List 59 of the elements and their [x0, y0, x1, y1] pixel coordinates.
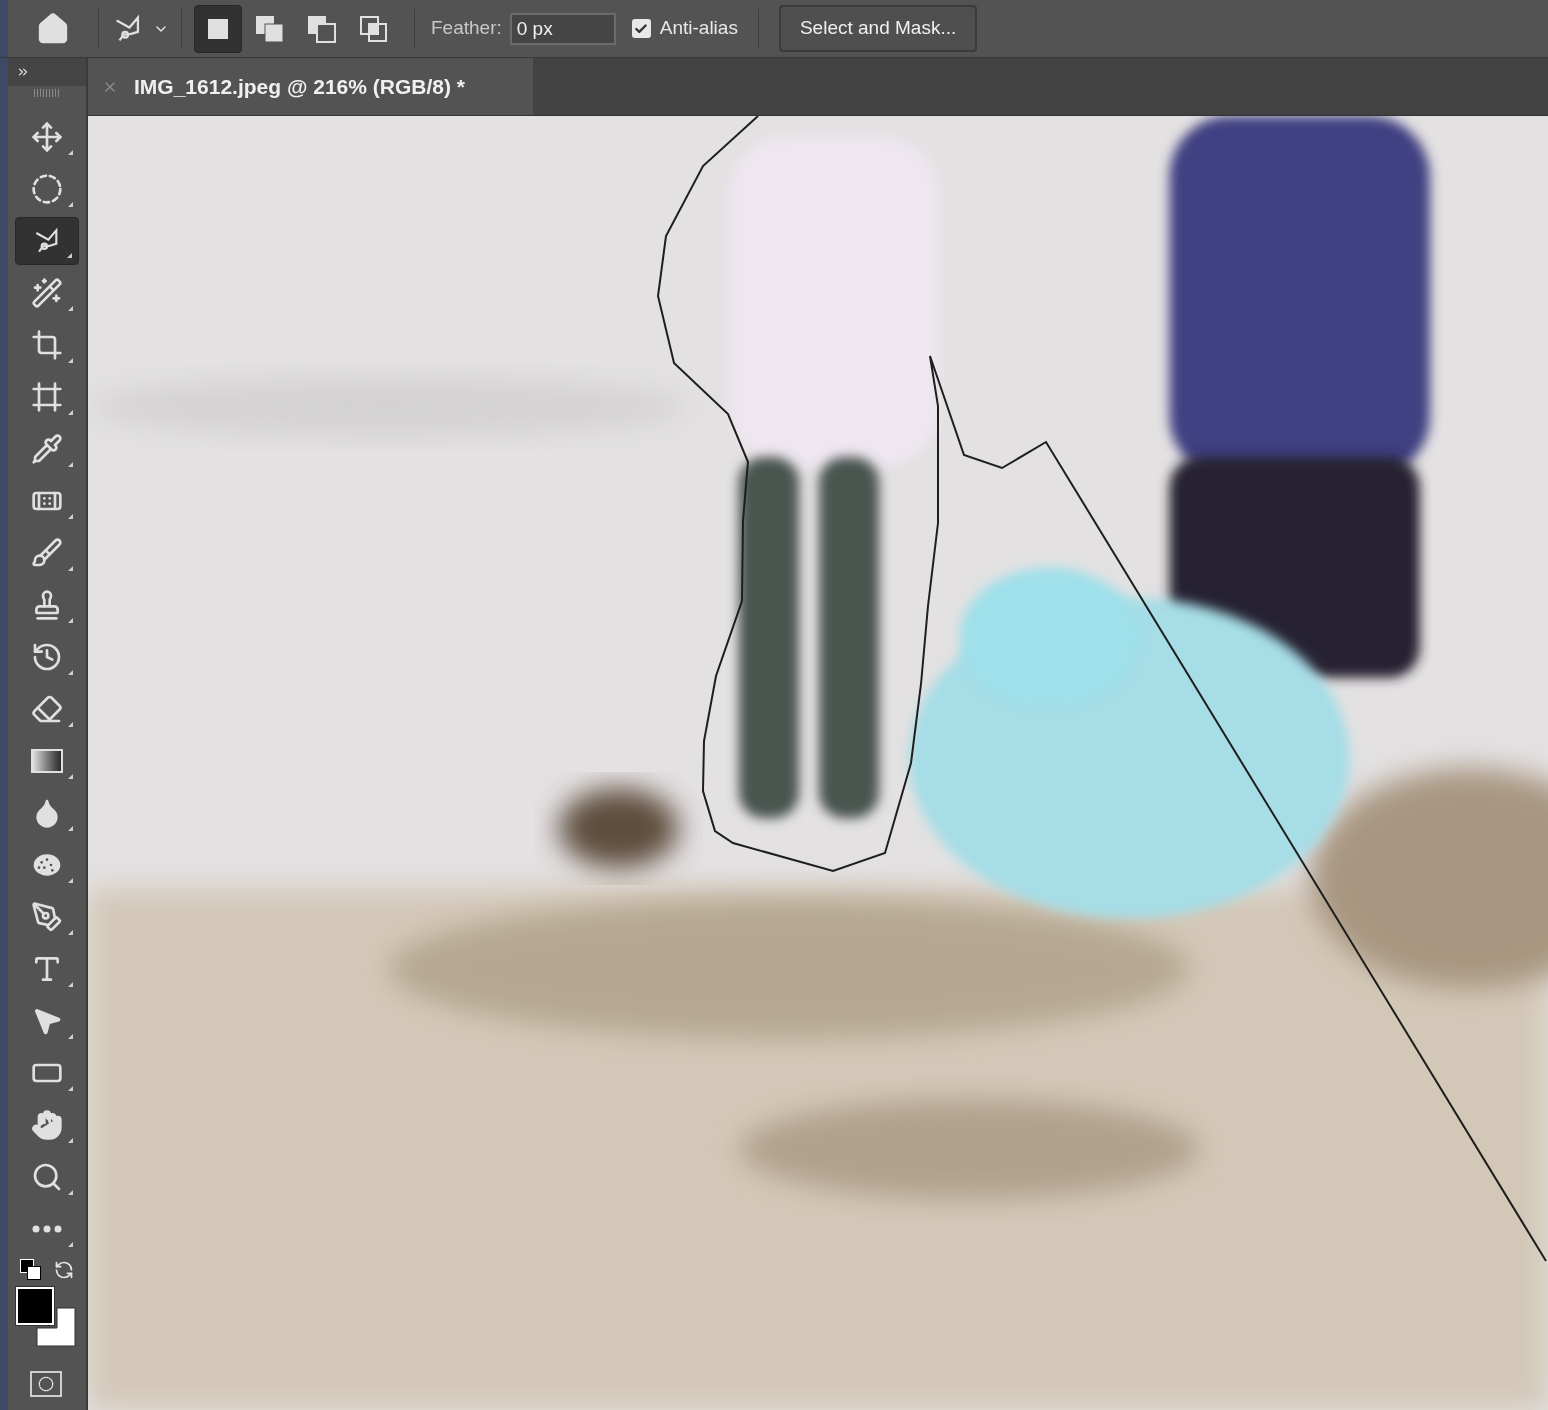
selection-mode-button[interactable] — [194, 4, 242, 53]
corner-triangle-icon — [68, 774, 73, 779]
hand-icon — [31, 1109, 63, 1141]
brush-icon — [31, 537, 63, 569]
default-colors-icon[interactable] — [20, 1259, 42, 1281]
corner-triangle-icon — [68, 1242, 73, 1247]
swap-colors-icon[interactable] — [54, 1260, 74, 1280]
expand-panel-icon[interactable] — [16, 65, 30, 79]
select-and-mask-button[interactable]: Select and Mask... — [778, 5, 978, 52]
document-tab-title: IMG_1612.jpeg @ 216% (RGB/8) * — [134, 73, 465, 100]
corner-triangle-icon — [68, 1190, 73, 1195]
dotted-circle-icon — [38, 1376, 54, 1392]
quick-selection-icon — [31, 277, 63, 309]
corner-triangle-icon — [68, 150, 73, 155]
intersect-selection-icon — [359, 14, 389, 43]
corner-triangle-icon — [68, 410, 73, 415]
add-selection-icon — [255, 14, 285, 43]
grip-handle[interactable] — [34, 89, 60, 97]
corner-triangle-icon — [68, 722, 73, 727]
corner-triangle-icon — [68, 930, 73, 935]
corner-triangle-icon — [68, 670, 73, 675]
corner-triangle-icon — [67, 253, 72, 258]
document-tab[interactable]: IMG_1612.jpeg @ 216% (RGB/8) * — [88, 58, 533, 115]
elliptical-marquee-icon — [31, 173, 63, 205]
anti-alias-label: Anti-alias — [659, 16, 738, 41]
eyedropper-icon — [31, 433, 63, 465]
corner-triangle-icon — [68, 462, 73, 467]
new-selection-icon — [207, 17, 229, 40]
history-brush-icon — [31, 641, 63, 673]
subtract-selection-icon — [307, 14, 337, 43]
anti-alias-checkbox[interactable] — [631, 19, 651, 38]
background-color-swatch[interactable] — [36, 1307, 76, 1347]
feather-input[interactable]: 0 px — [509, 12, 616, 45]
corner-triangle-icon — [68, 618, 73, 623]
corner-triangle-icon — [68, 878, 73, 883]
corner-triangle-icon — [68, 982, 73, 987]
gradient-icon — [31, 749, 63, 773]
corner-triangle-icon — [68, 1086, 73, 1091]
corner-triangle-icon — [68, 202, 73, 207]
corner-triangle-icon — [68, 1138, 73, 1143]
corner-triangle-icon — [68, 514, 73, 519]
eraser-icon — [31, 693, 63, 725]
move-arrows-icon — [31, 121, 63, 153]
corner-triangle-icon — [68, 306, 73, 311]
corner-triangle-icon — [68, 566, 73, 571]
corner-triangle-icon — [68, 1034, 73, 1039]
quick-mask-button[interactable] — [30, 1371, 62, 1397]
checkmark-icon — [634, 21, 649, 36]
corner-triangle-icon — [68, 826, 73, 831]
home-icon — [36, 11, 70, 46]
zoom-icon — [31, 1161, 63, 1193]
pen-icon — [31, 901, 63, 933]
frame-icon — [31, 381, 63, 413]
foreground-color-swatch[interactable] — [16, 1287, 54, 1325]
tool-button[interactable] — [15, 217, 79, 265]
corner-triangle-icon — [68, 358, 73, 363]
crop-icon — [31, 329, 63, 361]
feather-label: Feather: — [431, 16, 502, 41]
more-icon — [32, 1225, 62, 1233]
